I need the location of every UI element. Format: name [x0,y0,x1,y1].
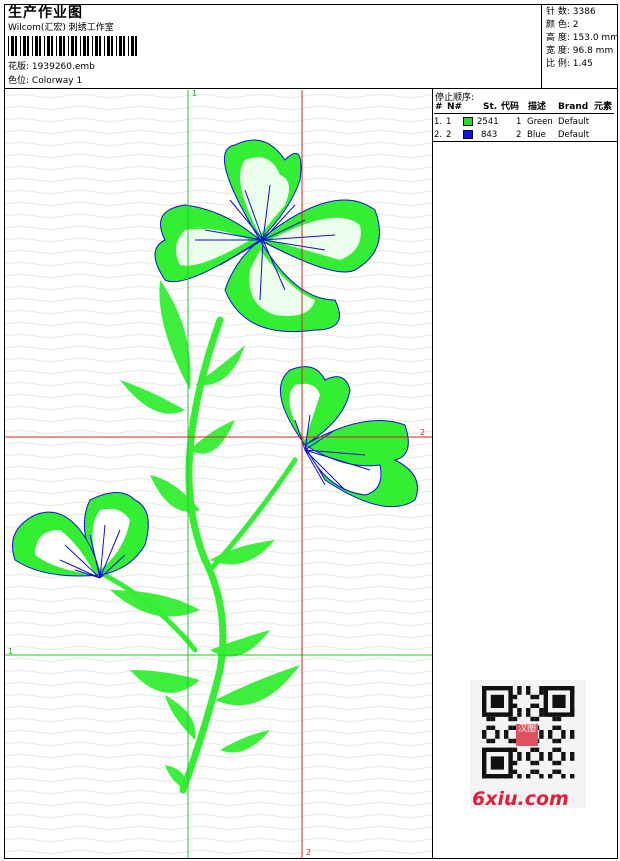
guide-marker-bottom: 2 [306,848,312,857]
info-divider [541,4,542,88]
guide-marker-right: 2 [420,428,426,437]
colorway-line: 色位: Colorway 1 [8,77,82,86]
col-brand: Brand [558,102,589,112]
col-needle: N# [447,102,463,112]
color-swatch-blue [463,130,473,139]
col-element: 元素 [594,102,613,112]
color-swatch-green [463,117,473,126]
stop-table-bottom [432,141,618,142]
col-num: # [435,102,443,112]
col-stitches: St. [483,102,498,112]
design-label: 花版: [8,62,30,72]
embroidery-canvas [5,90,432,858]
col-desc: 描述 [528,102,547,112]
info-width: 宽 度: 96.8 mm [546,46,614,56]
info-scale: 比 例: 1.45 [546,59,593,69]
design-line: 花版: 1939260.emb [8,63,95,72]
info-height: 高 度: 153.0 mm [546,33,619,43]
info-colors: 颜 色: 2 [546,20,579,30]
stop-header-rule [434,113,614,114]
red-stamp: 汉图 [516,724,538,746]
col-code: 代码 [501,102,520,112]
header-divider [4,88,618,89]
panel-divider [432,88,433,859]
guide-marker-left: 1 [8,647,14,656]
info-stitches: 针 数: 3386 [546,7,596,17]
colorway-value: Colorway 1 [31,76,83,86]
guide-marker-top: 1 [192,89,198,98]
company-name: Wilcom(汇宏) 刺绣工作室 [8,23,114,33]
page-title: 生产作业图 [8,5,83,21]
barcode [8,36,137,56]
site-logo: 6xiu.com [472,788,569,810]
colorway-label: 色位: [8,76,30,86]
design-value: 1939260.emb [31,62,95,72]
